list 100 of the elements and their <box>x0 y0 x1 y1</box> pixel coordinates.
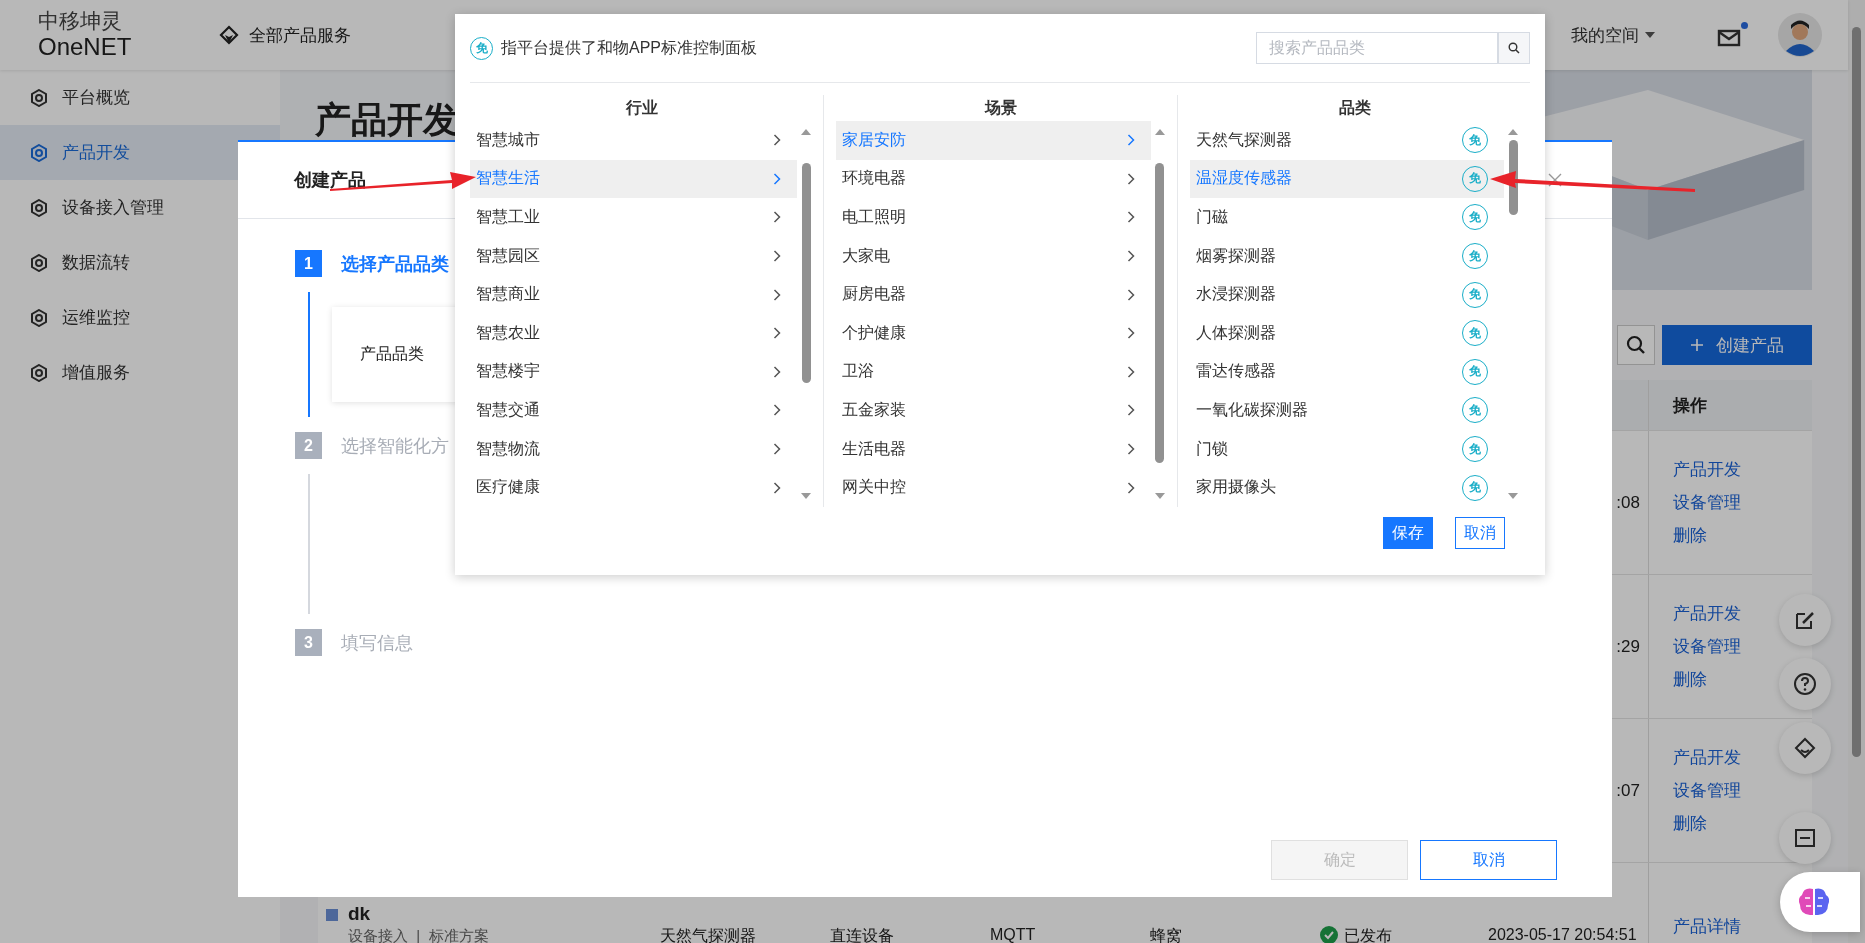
avatar[interactable] <box>1778 13 1822 57</box>
chevron-right-icon <box>773 404 782 417</box>
action-link[interactable]: 产品详情 <box>1673 915 1741 938</box>
chevron-right-icon <box>1126 211 1135 224</box>
list-item[interactable]: 智慧楼宇 <box>470 352 798 392</box>
list-item[interactable]: 家用摄像头 免 <box>1189 468 1504 507</box>
table-cell-text: 2023-05-17 20:54:51 <box>1487 925 1638 943</box>
list-item[interactable]: 门磁 免 <box>1189 198 1504 237</box>
list-item[interactable]: 环境电器 <box>836 159 1151 199</box>
table-cell-text: 蜂窝 <box>1149 926 1183 943</box>
step-label: 填写信息 <box>341 631 413 655</box>
chevron-right-icon <box>1126 288 1135 301</box>
menu-glyph-icon <box>30 143 48 162</box>
cancel-button[interactable]: 取消 <box>1420 840 1557 880</box>
chevron-right-icon <box>773 211 782 224</box>
sidebar-item[interactable]: 平台概览 <box>0 70 280 125</box>
column-header: 操作 <box>1648 380 1812 430</box>
table-cell-text: 天然气探测器 <box>659 926 757 943</box>
list-item[interactable]: 医疗健康 <box>470 468 798 507</box>
cancel-button[interactable]: 取消 <box>1455 517 1505 549</box>
list-item[interactable]: 温湿度传感器 免 <box>1189 159 1504 199</box>
help-icon[interactable] <box>1779 658 1831 710</box>
table-cell: :08 <box>1616 492 1640 513</box>
sidebar-item[interactable]: 运维监控 <box>0 290 280 345</box>
list-item[interactable]: 智慧交通 <box>470 391 798 430</box>
list-item[interactable]: 智慧农业 <box>470 313 798 353</box>
chevron-right-icon <box>1126 481 1135 494</box>
list-item[interactable]: 网关中控 <box>836 468 1151 507</box>
action-link[interactable]: 设备管理 <box>1673 635 1741 658</box>
column-header: 行业 <box>624 98 659 118</box>
table-cell-text: MQTT <box>989 925 1037 943</box>
brain-icon[interactable] <box>1780 872 1860 932</box>
search-icon <box>1508 42 1520 54</box>
list-item[interactable]: 天然气探测器 免 <box>1189 121 1504 160</box>
action-link[interactable]: 删除 <box>1673 524 1707 547</box>
page-title: 产品开发 <box>315 98 459 142</box>
diamond-icon <box>219 25 240 45</box>
minimize-icon[interactable] <box>1779 812 1831 864</box>
list-item[interactable]: 烟雾探测器 免 <box>1189 236 1504 276</box>
step-number: 3 <box>295 629 322 656</box>
create-product-button[interactable]: 创建产品 <box>1662 325 1812 365</box>
scrollbar[interactable] <box>1848 0 1865 943</box>
list-item[interactable]: 电工照明 <box>836 198 1151 237</box>
list-item[interactable]: 厨房电器 <box>836 275 1151 314</box>
list-item[interactable]: 智慧工业 <box>470 198 798 237</box>
action-link[interactable]: 产品开发 <box>1673 746 1741 769</box>
sidebar-item[interactable]: 数据流转 <box>0 235 280 290</box>
sidebar-item[interactable]: 设备接入管理 <box>0 180 280 235</box>
save-button[interactable]: 保存 <box>1383 517 1433 549</box>
column-header: 品类 <box>1337 98 1372 118</box>
action-link[interactable]: 设备管理 <box>1673 779 1741 802</box>
mail-icon[interactable] <box>1717 22 1748 48</box>
chevron-right-icon <box>773 365 782 378</box>
chevron-right-icon <box>773 172 782 185</box>
chevron-right-icon <box>773 443 782 456</box>
search-icon <box>1626 335 1646 355</box>
edit-icon[interactable] <box>1779 594 1831 646</box>
logo[interactable]: 中移坤灵 OneNET <box>38 11 132 59</box>
workspace-menu[interactable]: 我的空间 <box>1571 23 1655 47</box>
list-item[interactable]: 家居安防 <box>836 121 1151 160</box>
caret-icon <box>1645 32 1655 38</box>
chevron-right-icon <box>773 288 782 301</box>
all-services-menu[interactable]: 全部产品服务 <box>219 23 352 47</box>
list-item[interactable]: 生活电器 <box>836 429 1151 469</box>
action-link[interactable]: 产品开发 <box>1673 458 1741 481</box>
list-item[interactable]: 卫浴 <box>836 352 1151 392</box>
chevron-right-icon <box>1126 172 1135 185</box>
action-link[interactable]: 删除 <box>1673 812 1707 835</box>
action-link[interactable]: 设备管理 <box>1673 491 1741 514</box>
menu-glyph-icon <box>30 363 48 382</box>
search-button[interactable] <box>1498 32 1530 64</box>
list-item[interactable]: 雷达传感器 免 <box>1189 352 1504 392</box>
picker-note: 指平台提供了和物APP标准控制面板 <box>501 37 757 58</box>
list-item[interactable]: 智慧园区 <box>470 236 798 276</box>
step-number: 2 <box>295 432 322 459</box>
list-item[interactable]: 人体探测器 免 <box>1189 313 1504 353</box>
status-text: 已发布 <box>1344 926 1392 943</box>
action-link[interactable]: 产品开发 <box>1673 602 1741 625</box>
list-item[interactable]: 水浸探测器 免 <box>1189 275 1504 314</box>
list-item[interactable]: 一氧化碳探测器 免 <box>1189 391 1504 430</box>
sidebar-item[interactable]: 增值服务 <box>0 345 280 400</box>
chevron-right-icon <box>773 134 782 147</box>
search-field[interactable]: 搜索产品品类 <box>1256 32 1498 64</box>
list-item[interactable]: 个护健康 <box>836 313 1151 353</box>
step-label: 选择产品品类 <box>341 252 449 276</box>
chevron-right-icon <box>1126 443 1135 456</box>
list-item[interactable]: 智慧物流 <box>470 429 798 469</box>
list-item[interactable]: 门锁 免 <box>1189 429 1504 469</box>
action-link[interactable]: 删除 <box>1673 668 1707 691</box>
list-item[interactable]: 五金家装 <box>836 391 1151 430</box>
plus-icon <box>1690 338 1704 352</box>
list-item[interactable]: 智慧城市 <box>470 121 798 160</box>
list-item[interactable]: 智慧生活 <box>470 159 798 199</box>
column-header: 场景 <box>983 98 1019 118</box>
list-item[interactable]: 大家电 <box>836 236 1151 276</box>
search-button[interactable] <box>1617 325 1655 365</box>
chevron-right-icon <box>1126 327 1135 340</box>
close-icon[interactable] <box>1548 173 1562 187</box>
list-item[interactable]: 智慧商业 <box>470 275 798 314</box>
menu-glyph-icon <box>30 198 48 217</box>
